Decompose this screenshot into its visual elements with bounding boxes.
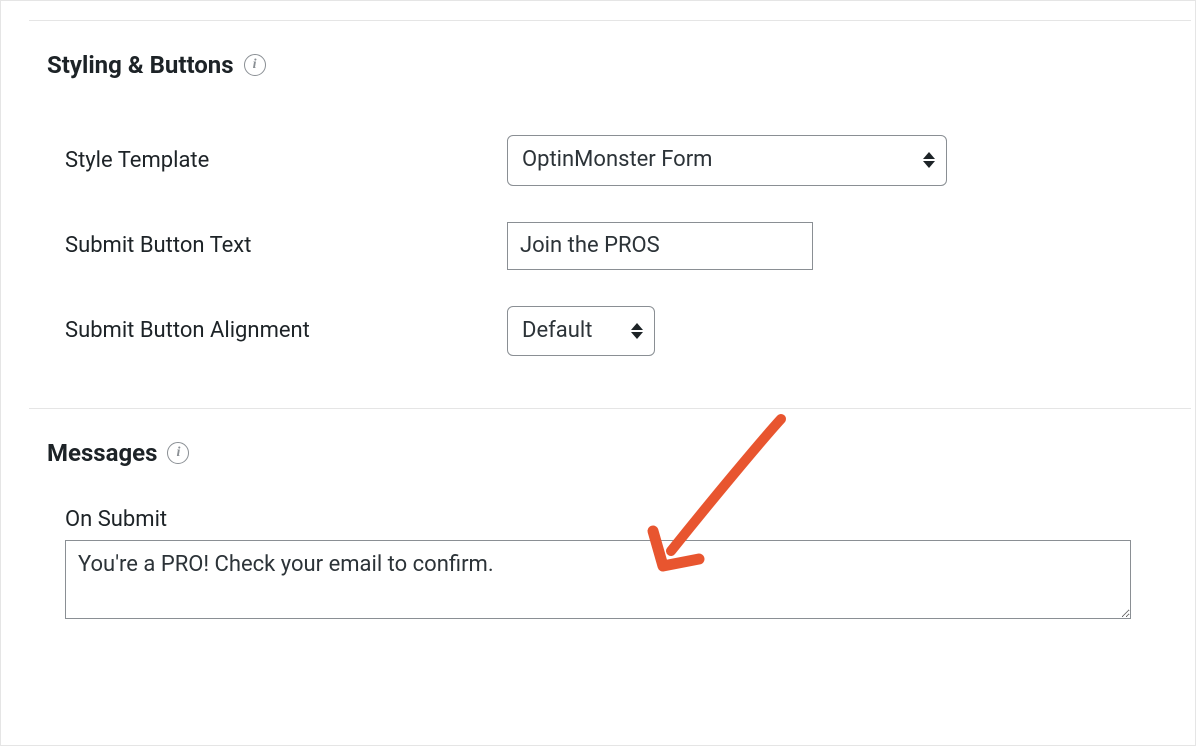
submit-button-alignment-control-wrap: Default — [507, 306, 1167, 357]
top-divider — [29, 1, 1191, 21]
submit-button-text-row: Submit Button Text — [29, 204, 1167, 288]
messages-section: Messages i On Submit You're a PRO! Check… — [1, 409, 1195, 633]
submit-button-alignment-select-wrap: Default — [507, 306, 655, 357]
messages-section-header: Messages i — [47, 439, 1167, 467]
submit-button-alignment-label: Submit Button Alignment — [65, 318, 507, 343]
submit-button-alignment-select[interactable]: Default — [507, 306, 655, 357]
style-template-select-wrap: OptinMonster Form — [507, 135, 947, 186]
submit-button-alignment-row: Submit Button Alignment Default — [29, 288, 1167, 375]
submit-button-text-control-wrap — [507, 222, 1167, 270]
styling-section: Styling & Buttons i Style Template Optin… — [1, 21, 1195, 384]
on-submit-label: On Submit — [65, 507, 1131, 532]
style-template-control-wrap: OptinMonster Form — [507, 135, 1167, 186]
submit-button-text-input[interactable] — [507, 222, 813, 270]
style-template-row: Style Template OptinMonster Form — [29, 117, 1167, 204]
messages-section-title: Messages — [47, 439, 157, 467]
style-template-label: Style Template — [65, 148, 507, 173]
on-submit-textarea[interactable]: You're a PRO! Check your email to confir… — [65, 540, 1131, 619]
style-template-select[interactable]: OptinMonster Form — [507, 135, 947, 186]
settings-panel: Styling & Buttons i Style Template Optin… — [0, 0, 1196, 746]
info-icon[interactable]: i — [167, 442, 189, 464]
submit-button-text-label: Submit Button Text — [65, 233, 507, 258]
info-icon[interactable]: i — [244, 54, 266, 76]
on-submit-group: On Submit You're a PRO! Check your email… — [29, 507, 1167, 623]
styling-section-title: Styling & Buttons — [47, 51, 234, 79]
styling-section-header: Styling & Buttons i — [47, 51, 1167, 79]
